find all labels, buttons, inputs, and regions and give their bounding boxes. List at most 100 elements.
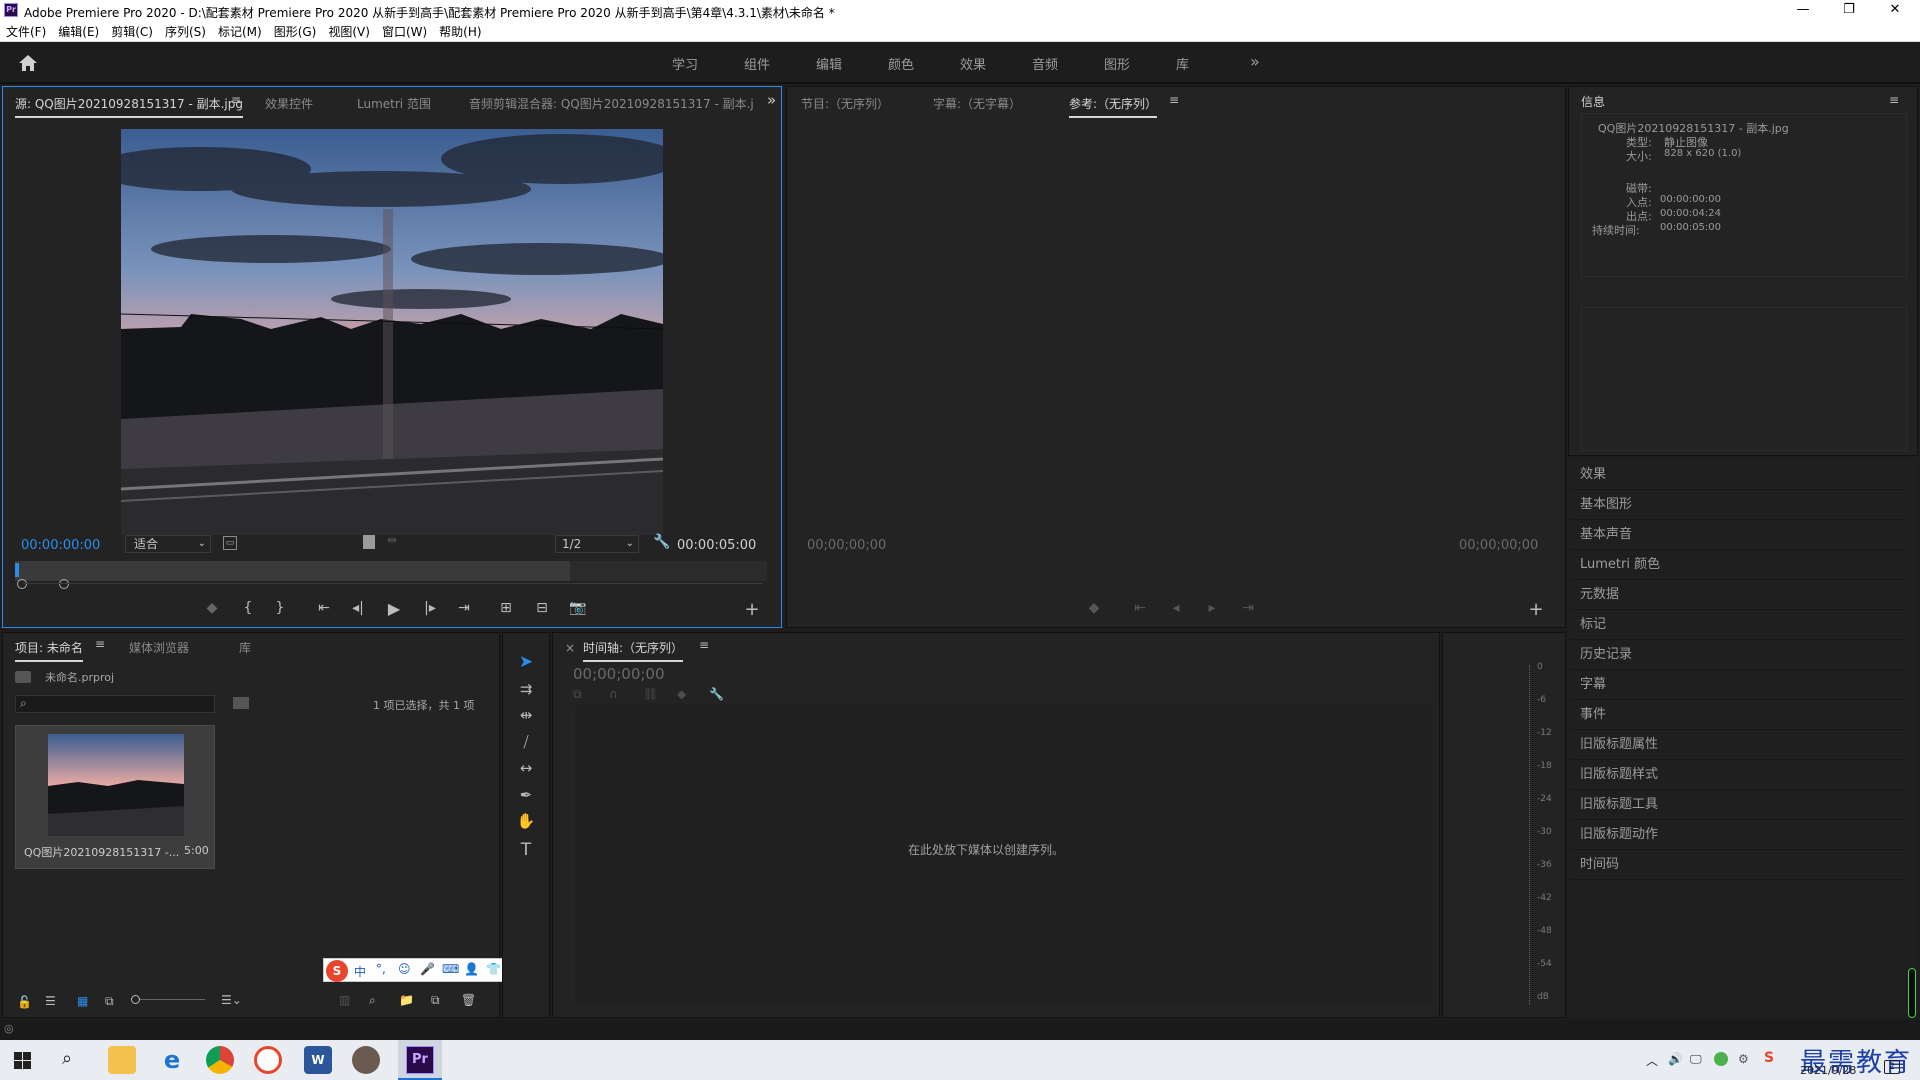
tab-timeline[interactable]: 时间轴:（无序列） bbox=[583, 639, 684, 662]
hand-tool-icon[interactable]: ✋ bbox=[514, 812, 538, 830]
tab-reference[interactable]: 参考:（无序列） bbox=[1069, 95, 1158, 118]
skin-icon[interactable]: 👕 bbox=[486, 962, 501, 976]
menu-help[interactable]: 帮助(H) bbox=[433, 22, 487, 42]
side-item-markers[interactable]: 标记 bbox=[1570, 610, 1905, 640]
side-item-essential-sound[interactable]: 基本声音 bbox=[1570, 520, 1905, 550]
program-timecode-left[interactable]: 00;00;00;00 bbox=[807, 538, 886, 553]
home-icon[interactable] bbox=[18, 54, 38, 72]
menu-edit[interactable]: 编辑(E) bbox=[52, 22, 105, 42]
tray-app-icon[interactable] bbox=[1714, 1052, 1728, 1066]
source-playhead[interactable] bbox=[15, 563, 19, 577]
close-button[interactable]: ✕ bbox=[1872, 0, 1918, 22]
tab-project[interactable]: 项目: 未命名 bbox=[15, 639, 83, 662]
edge-icon[interactable]: e bbox=[158, 1046, 186, 1074]
side-item-legacy-title-actions[interactable]: 旧版标题动作 bbox=[1570, 820, 1905, 850]
scroll-indicator[interactable] bbox=[1908, 968, 1916, 1018]
safe-margins-icon[interactable]: ▭ bbox=[223, 536, 237, 550]
step-forward-icon[interactable]: ▸ bbox=[1203, 600, 1221, 616]
sogou-tray-icon[interactable]: S bbox=[1764, 1050, 1774, 1066]
volume-icon[interactable]: 🔊 bbox=[1668, 1052, 1683, 1066]
step-back-icon[interactable]: ◂ bbox=[1167, 600, 1185, 616]
keyboard-icon[interactable]: ⌨ bbox=[442, 962, 459, 976]
project-search-input[interactable]: ⌕ bbox=[15, 695, 215, 713]
pen-tool-icon[interactable]: ✒ bbox=[514, 786, 538, 804]
avatar[interactable] bbox=[352, 1046, 380, 1074]
side-item-captions[interactable]: 字幕 bbox=[1570, 670, 1905, 700]
menu-graphics[interactable]: 图形(G) bbox=[268, 22, 323, 42]
zoom-handle-left[interactable] bbox=[17, 579, 27, 589]
user-icon[interactable]: 👤 bbox=[464, 962, 479, 976]
tray-chevron-up-icon[interactable]: ︿ bbox=[1646, 1052, 1658, 1069]
panel-menu-icon[interactable]: ≡ bbox=[699, 638, 709, 652]
workspace-learn[interactable]: 学习 bbox=[672, 54, 698, 73]
side-item-legacy-title-tools[interactable]: 旧版标题工具 bbox=[1570, 790, 1905, 820]
trash-icon[interactable]: 🗑 bbox=[461, 993, 476, 1007]
panel-menu-icon[interactable]: ≡ bbox=[95, 637, 105, 651]
go-to-in-icon[interactable]: ⇤ bbox=[1131, 600, 1149, 616]
zoom-scroll-track[interactable] bbox=[23, 583, 763, 584]
go-to-in-icon[interactable]: ⇤ bbox=[315, 600, 333, 616]
export-frame-icon[interactable]: 📷 bbox=[569, 600, 587, 616]
search-icon[interactable]: ⌕ bbox=[62, 1048, 72, 1069]
panel-menu-icon[interactable]: ≡ bbox=[231, 93, 241, 107]
windows-start-icon[interactable] bbox=[14, 1052, 31, 1069]
project-item-thumbnail[interactable]: QQ图片20210928151317 -... 5:00 bbox=[15, 725, 215, 869]
source-time-ruler[interactable] bbox=[15, 561, 767, 581]
app-icon[interactable] bbox=[254, 1046, 282, 1074]
selection-tool-icon[interactable]: ➤ bbox=[514, 652, 538, 672]
ime-chinese-mode[interactable]: 中 bbox=[354, 963, 366, 980]
tab-captions[interactable]: 字幕:（无字幕） bbox=[933, 95, 1021, 112]
new-item-icon[interactable]: ⧉ bbox=[431, 993, 440, 1008]
overwrite-clip-icon[interactable]: ⊟ bbox=[533, 600, 551, 616]
workspace-color[interactable]: 颜色 bbox=[888, 54, 914, 73]
resolution-dropdown[interactable]: 1/2 ⌄ bbox=[555, 535, 639, 553]
sort-icon[interactable]: ☰⌄ bbox=[221, 993, 242, 1007]
notification-icon[interactable]: 2 bbox=[1884, 1060, 1900, 1074]
go-to-out-icon[interactable]: ⇥ bbox=[1239, 600, 1257, 616]
tab-lumetri-scopes[interactable]: Lumetri 范围 bbox=[357, 95, 431, 112]
lock-icon[interactable]: 🔓 bbox=[17, 995, 32, 1009]
side-item-legacy-title-properties[interactable]: 旧版标题属性 bbox=[1570, 730, 1905, 760]
razor-tool-icon[interactable]: ⧸ bbox=[514, 733, 538, 751]
menu-marker[interactable]: 标记(M) bbox=[212, 22, 268, 42]
side-item-essential-graphics[interactable]: 基本图形 bbox=[1570, 490, 1905, 520]
wrench-icon[interactable]: 🔧 bbox=[653, 534, 670, 550]
linked-selection-icon[interactable]: ⛓ bbox=[643, 687, 658, 701]
tab-source[interactable]: 源: QQ图片20210928151317 - 副本.jpg bbox=[15, 95, 243, 118]
panel-menu-icon[interactable]: ≡ bbox=[1169, 93, 1179, 107]
emoji-icon[interactable]: ☺ bbox=[398, 962, 411, 976]
tray-settings-icon[interactable]: ⚙ bbox=[1738, 1052, 1749, 1066]
workspace-more-button[interactable]: » bbox=[1250, 52, 1260, 71]
workspace-assembly[interactable]: 组件 bbox=[744, 54, 770, 73]
track-select-tool-icon[interactable]: ⇉ bbox=[514, 680, 538, 698]
zoom-handle-right[interactable] bbox=[59, 579, 69, 589]
new-bin-icon[interactable]: 📁 bbox=[399, 993, 414, 1007]
mark-in-icon[interactable]: { bbox=[239, 600, 257, 616]
new-bin-from-search-icon[interactable] bbox=[233, 697, 249, 709]
icon-view-icon[interactable]: ▦ bbox=[77, 994, 88, 1008]
workspace-effects[interactable]: 效果 bbox=[960, 54, 986, 73]
insert-clip-icon[interactable]: ⊞ bbox=[497, 600, 515, 616]
freeform-view-icon[interactable]: ⧉ bbox=[105, 994, 114, 1009]
fit-dropdown[interactable]: 适合 ⌄ bbox=[125, 535, 211, 553]
menu-file[interactable]: 文件(F) bbox=[0, 22, 52, 42]
network-icon[interactable]: 🖵 bbox=[1690, 1052, 1702, 1067]
ime-punctuation[interactable]: °, bbox=[376, 962, 386, 976]
play-icon[interactable]: ▶ bbox=[385, 599, 403, 618]
side-item-metadata[interactable]: 元数据 bbox=[1570, 580, 1905, 610]
timeline-timecode[interactable]: 00;00;00;00 bbox=[573, 665, 665, 683]
info-panel-title[interactable]: 信息 bbox=[1581, 93, 1605, 110]
list-view-icon[interactable]: ☰ bbox=[45, 994, 56, 1008]
workspace-graphics[interactable]: 图形 bbox=[1104, 54, 1130, 73]
tab-program[interactable]: 节目:（无序列） bbox=[801, 95, 889, 112]
tab-effect-controls[interactable]: 效果控件 bbox=[265, 95, 313, 112]
file-explorer-icon[interactable] bbox=[108, 1046, 136, 1074]
menu-view[interactable]: 视图(V) bbox=[322, 22, 376, 42]
automate-icon[interactable]: ▥ bbox=[339, 993, 350, 1007]
zoom-slider[interactable] bbox=[131, 995, 205, 1004]
panel-menu-icon[interactable]: ≡ bbox=[1889, 93, 1899, 107]
menu-window[interactable]: 窗口(W) bbox=[376, 22, 433, 42]
panel-more-button[interactable]: » bbox=[767, 91, 776, 109]
workspace-audio[interactable]: 音频 bbox=[1032, 54, 1058, 73]
add-marker-icon[interactable]: ◆ bbox=[1085, 600, 1103, 616]
